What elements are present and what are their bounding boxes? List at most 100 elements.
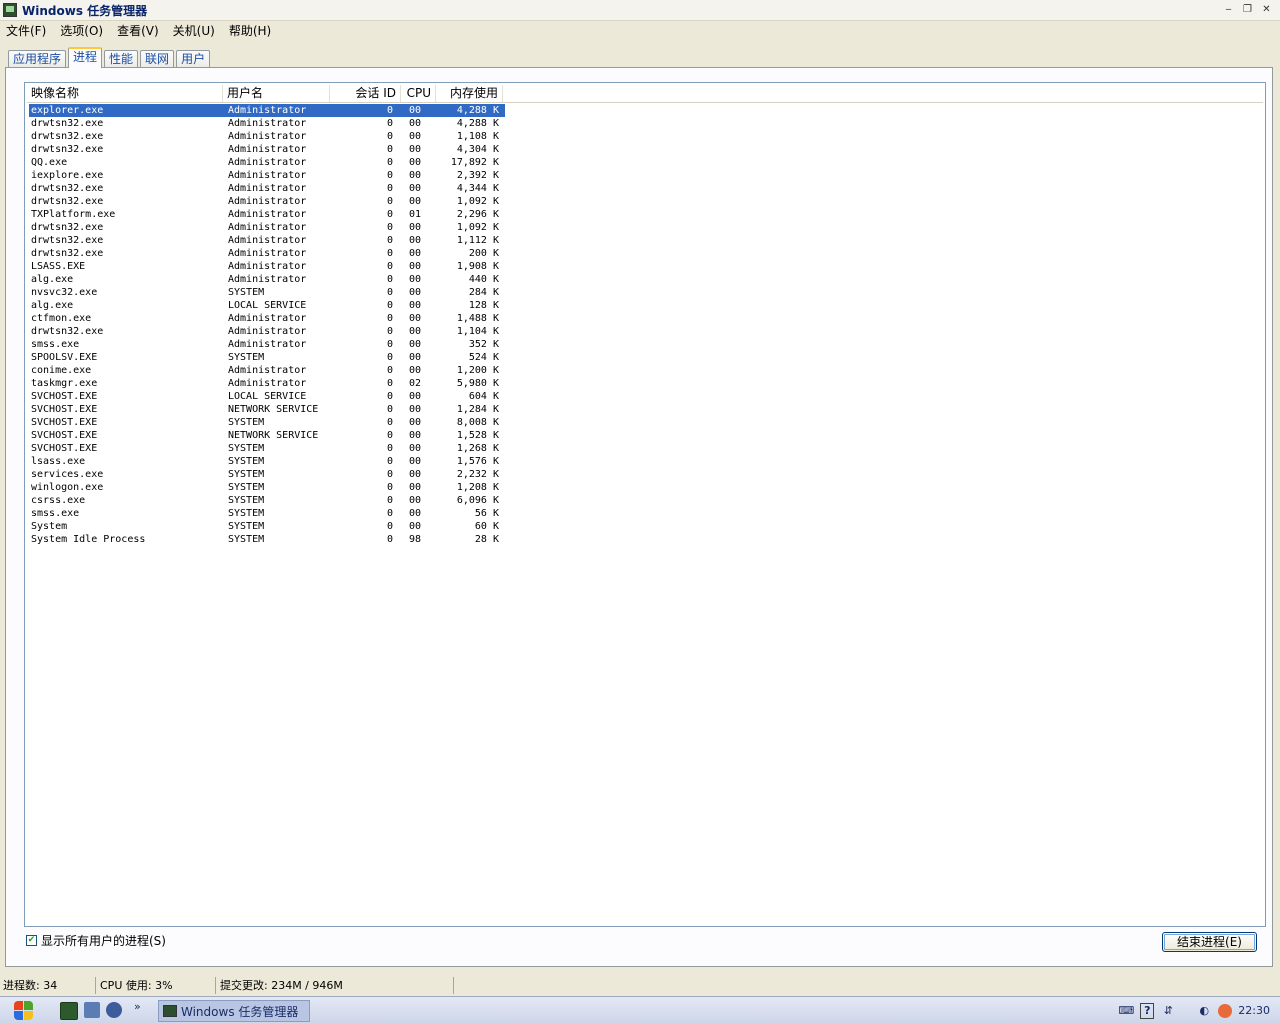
table-row[interactable]: drwtsn32.exe Administrator 0 00 200 K [29,247,505,260]
column-header-user-name[interactable]: 用户名 [223,85,330,102]
table-row[interactable]: csrss.exe SYSTEM 0 00 6,096 K [29,494,505,507]
table-row[interactable]: SVCHOST.EXE NETWORK SERVICE 0 00 1,284 K [29,403,505,416]
table-row[interactable]: System Idle Process SYSTEM 0 98 28 K [29,533,505,546]
network-icon[interactable]: ⇵ [1160,1003,1176,1019]
process-name-cell: SVCHOST.EXE [31,404,98,415]
process-user-cell: SYSTEM [228,521,265,532]
keyboard-icon[interactable]: ⌨ [1118,1003,1134,1019]
process-memory-cell: 56 K [474,508,499,519]
process-rows: explorer.exe Administrator 0 00 4,288 Kdrwts… [29,104,505,546]
process-user-cell: NETWORK SERVICE [228,404,319,415]
table-row[interactable]: iexplore.exe Administrator 0 00 2,392 K [29,169,505,182]
process-cpu-cell: 00 [409,326,422,337]
table-row[interactable]: drwtsn32.exe Administrator 0 00 1,092 K [29,221,505,234]
process-memory-cell: 17,892 K [450,157,499,168]
table-row[interactable]: lsass.exe SYSTEM 0 00 1,576 K [29,455,505,468]
process-user-cell: NETWORK SERVICE [228,430,319,441]
process-name-cell: alg.exe [31,300,74,311]
table-row[interactable]: conime.exe Administrator 0 00 1,200 K [29,364,505,377]
help-icon[interactable]: ? [1140,1002,1155,1019]
menu-shutdown[interactable]: 关机(U) [173,22,215,39]
tab-users[interactable]: 用户 [176,50,211,67]
process-name-cell: TXPlatform.exe [31,209,116,220]
table-row[interactable]: alg.exe LOCAL SERVICE 0 00 128 K [29,299,505,312]
table-row[interactable]: smss.exe Administrator 0 00 352 K [29,338,505,351]
taskbar-button-taskmgr[interactable]: Windows 任务管理器 [158,1000,310,1022]
quicklaunch-nvidia-icon[interactable] [60,1002,78,1020]
table-row[interactable]: nvsvc32.exe SYSTEM 0 00 284 K [29,286,505,299]
table-row[interactable]: services.exe SYSTEM 0 00 2,232 K [29,468,505,481]
process-name-cell: drwtsn32.exe [31,248,104,259]
table-row[interactable]: winlogon.exe SYSTEM 0 00 1,208 K [29,481,505,494]
process-cpu-cell: 00 [409,222,422,233]
process-list[interactable]: 映像名称 用户名 会话 ID CPU 内存使用 explorer.exe Admi… [24,82,1266,927]
window-title: Windows 任务管理器 [22,3,148,18]
quicklaunch-more-icon[interactable]: » [134,1000,141,1013]
process-session-cell: 0 [386,131,393,142]
menu-options[interactable]: 选项(O) [60,22,103,39]
column-header-memory[interactable]: 内存使用 [436,85,503,102]
process-cpu-cell: 00 [409,131,422,142]
table-row[interactable]: alg.exe Administrator 0 00 440 K [29,273,505,286]
minimize-button[interactable]: ‒ [1221,3,1236,16]
table-row[interactable]: drwtsn32.exe Administrator 0 00 4,304 K [29,143,505,156]
end-process-button[interactable]: 结束进程(E) [1162,932,1257,952]
column-header-cpu[interactable]: CPU [401,85,436,102]
table-row[interactable]: taskmgr.exe Administrator 0 02 5,980 K [29,377,505,390]
menu-file[interactable]: 文件(F) [6,22,46,39]
table-row[interactable]: drwtsn32.exe Administrator 0 00 1,092 K [29,195,505,208]
tab-strip: 应用程序 进程 性能 联网 用户 [8,47,212,68]
tab-networking[interactable]: 联网 [140,50,175,67]
qq-icon[interactable] [1218,1003,1233,1018]
table-row[interactable]: TXPlatform.exe Administrator 0 01 2,296 K [29,208,505,221]
close-button[interactable]: ✕ [1259,3,1274,16]
table-row[interactable]: drwtsn32.exe Administrator 0 00 1,104 K [29,325,505,338]
table-row[interactable]: explorer.exe Administrator 0 00 4,288 K [29,104,505,117]
menu-help[interactable]: 帮助(H) [229,22,271,39]
process-session-cell: 0 [386,248,393,259]
table-row[interactable]: drwtsn32.exe Administrator 0 00 1,112 K [29,234,505,247]
table-row[interactable]: drwtsn32.exe Administrator 0 00 4,344 K [29,182,505,195]
process-session-cell: 0 [386,287,393,298]
process-session-cell: 0 [386,274,393,285]
table-row[interactable]: System SYSTEM 0 00 60 K [29,520,505,533]
process-name-cell: nvsvc32.exe [31,287,98,298]
show-all-users-label[interactable]: 显示所有用户的进程(S) [41,932,166,949]
table-row[interactable]: QQ.exe Administrator 0 00 17,892 K [29,156,505,169]
column-header-image-name[interactable]: 映像名称 [27,85,223,102]
process-session-cell: 0 [386,482,393,493]
process-name-cell: System Idle Process [31,534,146,545]
speaker-icon[interactable]: ◐ [1196,1003,1212,1019]
process-user-cell: SYSTEM [228,495,265,506]
table-row[interactable]: smss.exe SYSTEM 0 00 56 K [29,507,505,520]
table-row[interactable]: SVCHOST.EXE LOCAL SERVICE 0 00 604 K [29,390,505,403]
quicklaunch-movie-icon[interactable] [84,1002,100,1018]
table-row[interactable]: SPOOLSV.EXE SYSTEM 0 00 524 K [29,351,505,364]
table-row[interactable]: SVCHOST.EXE SYSTEM 0 00 8,008 K [29,416,505,429]
menu-view[interactable]: 查看(V) [117,22,159,39]
table-row[interactable]: drwtsn32.exe Administrator 0 00 1,108 K [29,130,505,143]
process-cpu-cell: 00 [409,235,422,246]
tab-processes[interactable]: 进程 [68,47,103,68]
process-cpu-cell: 00 [409,417,422,428]
tab-performance[interactable]: 性能 [104,50,139,67]
table-row[interactable]: ctfmon.exe Administrator 0 00 1,488 K [29,312,505,325]
tab-applications[interactable]: 应用程序 [8,50,67,67]
restore-button[interactable]: ❐ [1240,3,1255,16]
process-user-cell: Administrator [228,339,307,350]
process-name-cell: SVCHOST.EXE [31,417,98,428]
table-row[interactable]: SVCHOST.EXE SYSTEM 0 00 1,268 K [29,442,505,455]
table-row[interactable]: LSASS.EXE Administrator 0 00 1,908 K [29,260,505,273]
show-all-users-checkbox[interactable]: ✔ [26,935,37,946]
column-header-session-id[interactable]: 会话 ID [330,85,401,102]
process-name-cell: SVCHOST.EXE [31,391,98,402]
quicklaunch-media-player-icon[interactable] [106,1002,122,1018]
process-session-cell: 0 [386,469,393,480]
taskmgr-app-icon[interactable] [3,3,17,17]
table-row[interactable]: drwtsn32.exe Administrator 0 00 4,288 K [29,117,505,130]
start-button[interactable] [6,999,40,1023]
table-row[interactable]: SVCHOST.EXE NETWORK SERVICE 0 00 1,528 K [29,429,505,442]
clock[interactable]: 22:30 [1238,1004,1270,1017]
show-all-users-option[interactable]: ✔ 显示所有用户的进程(S) [26,932,166,949]
process-name-cell: SPOOLSV.EXE [31,352,98,363]
